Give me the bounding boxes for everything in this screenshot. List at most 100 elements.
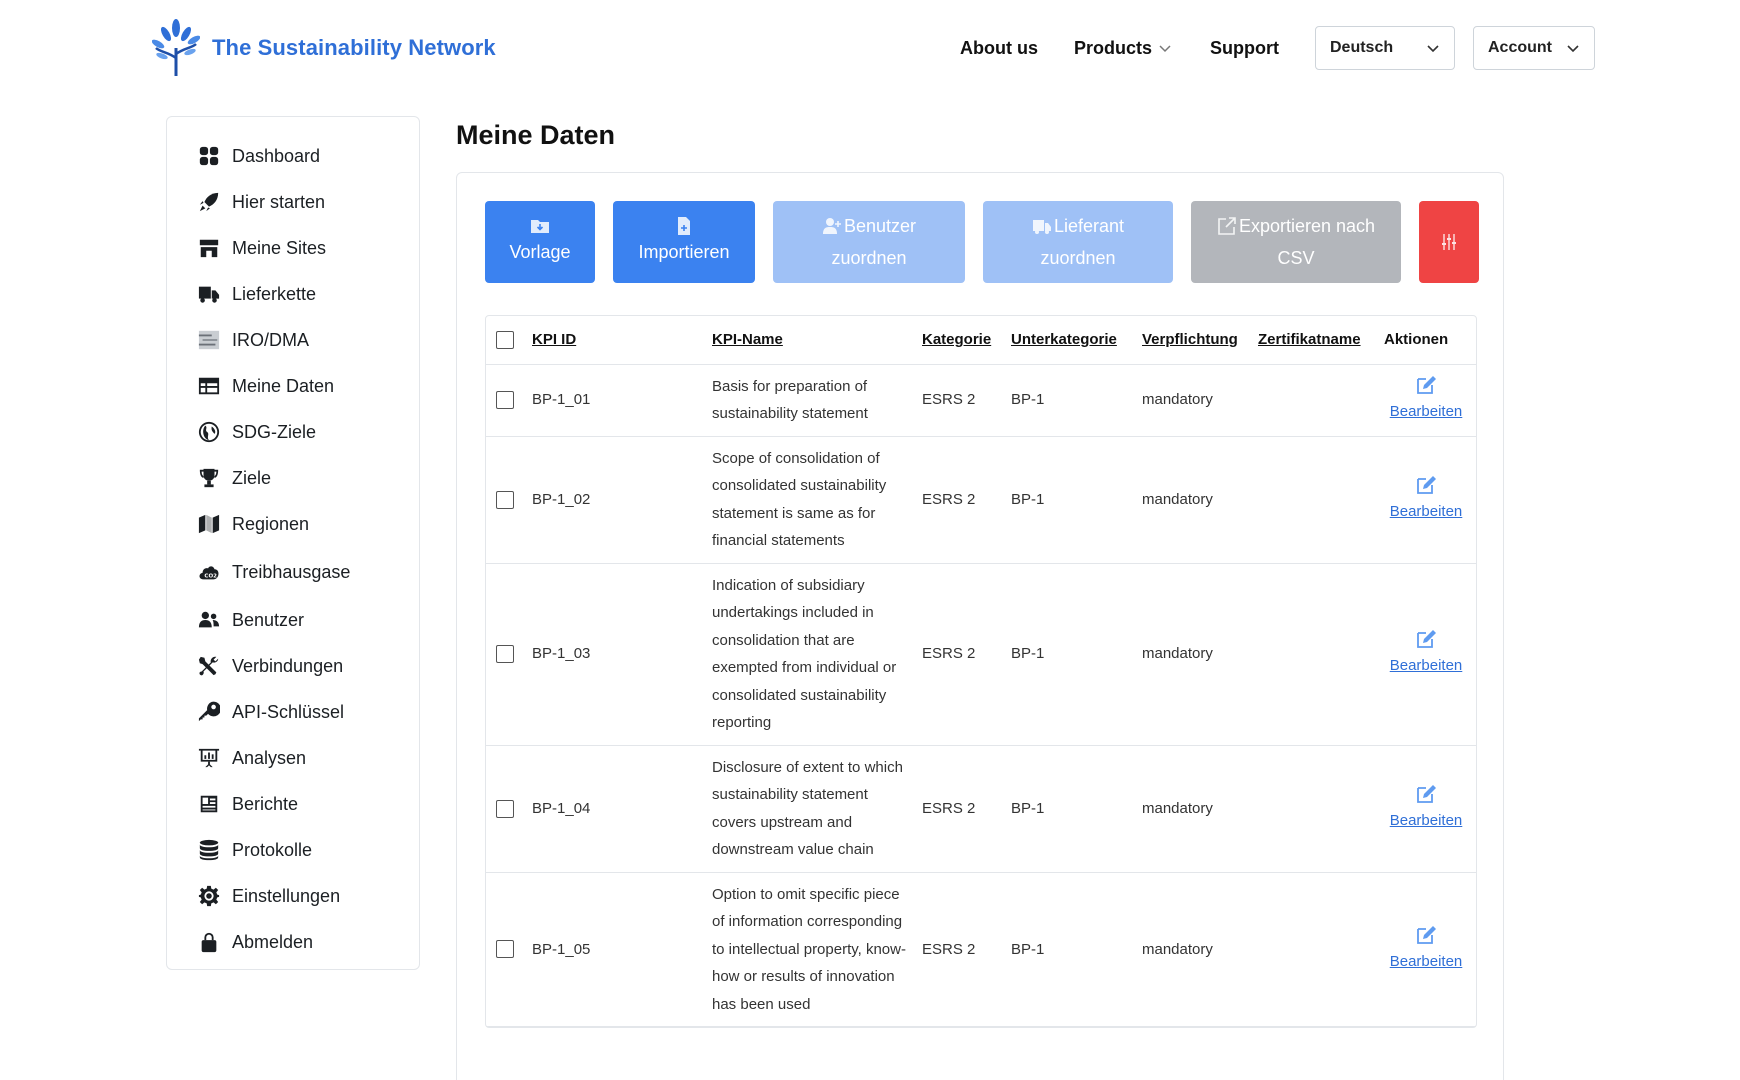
edit-icon[interactable] xyxy=(1415,374,1437,396)
row-checkbox[interactable] xyxy=(496,645,514,663)
cell-actions: Bearbeiten xyxy=(1376,563,1476,746)
svg-text:CO2: CO2 xyxy=(204,574,217,580)
edit-icon[interactable] xyxy=(1415,924,1437,946)
sidebar-item-label: Meine Daten xyxy=(232,375,335,396)
import-button[interactable]: Importieren xyxy=(613,201,755,283)
cell-category: ESRS 2 xyxy=(914,745,1003,873)
assign-supplier-label-2: zuordnen xyxy=(1040,248,1116,268)
header-subcategory-label: Unterkategorie xyxy=(1011,331,1117,349)
cell-subcategory: BP-1 xyxy=(1003,436,1134,564)
cell-subcategory: BP-1 xyxy=(1003,745,1134,873)
sidebar-item-abmelden[interactable]: Abmelden xyxy=(167,919,419,965)
header-kpi-id[interactable]: KPI ID xyxy=(524,316,704,365)
sidebar-item-dashboard[interactable]: Dashboard xyxy=(167,133,419,179)
sidebar-item-label: Verbindungen xyxy=(232,655,344,676)
table-row: BP-1_04 Disclosure of extent to which su… xyxy=(486,745,1476,873)
cell-kpi-id: BP-1_02 xyxy=(524,436,704,564)
language-select[interactable]: Deutsch xyxy=(1315,26,1455,70)
assign-supplier-button[interactable]: Lieferant zuordnen xyxy=(983,201,1173,283)
edit-link[interactable]: Bearbeiten xyxy=(1390,953,1463,970)
template-button-label: Vorlage xyxy=(509,242,571,262)
select-all-checkbox[interactable] xyxy=(496,330,514,349)
edit-link[interactable]: Bearbeiten xyxy=(1390,503,1463,520)
sidebar-item-verbindungen[interactable]: Verbindungen xyxy=(167,643,419,689)
sidebar: Dashboard Hier starten Meine Sites Liefe… xyxy=(166,116,420,970)
row-checkbox[interactable] xyxy=(496,391,514,409)
cell-kpi-name: Basis for preparation of sustainability … xyxy=(704,364,914,437)
sidebar-item-label: Analysen xyxy=(232,747,307,768)
header-kpi-id-label: KPI ID xyxy=(532,331,577,349)
filter-settings-button[interactable] xyxy=(1419,201,1479,283)
sidebar-item-regionen[interactable]: Regionen xyxy=(167,501,419,547)
template-button[interactable]: Vorlage xyxy=(485,201,595,283)
sidebar-item-sdg-ziele[interactable]: SDG-Ziele xyxy=(167,409,419,455)
rocket-icon xyxy=(197,190,221,214)
nav-about[interactable]: About us xyxy=(960,38,1038,59)
edit-icon[interactable] xyxy=(1415,783,1437,805)
sidebar-item-benutzer[interactable]: Benutzer xyxy=(167,597,419,643)
edit-icon[interactable] xyxy=(1415,474,1437,496)
cell-kpi-name: Option to omit specific piece of informa… xyxy=(704,872,914,1027)
assign-supplier-line1: Lieferant xyxy=(1032,210,1124,242)
nav-support[interactable]: Support xyxy=(1210,38,1279,59)
table-icon xyxy=(197,374,221,398)
row-checkbox[interactable] xyxy=(496,940,514,959)
cell-category: ESRS 2 xyxy=(914,364,1003,437)
sidebar-item-label: Lieferkette xyxy=(232,283,317,304)
sidebar-item-treibhausgase[interactable]: CO2 Treibhausgase xyxy=(167,547,419,597)
sidebar-item-label: Hier starten xyxy=(232,191,326,212)
header-subcategory[interactable]: Unterkategorie xyxy=(1003,316,1134,365)
header-obligation[interactable]: Verpflichtung xyxy=(1134,316,1250,365)
matrix-icon xyxy=(197,328,221,352)
assign-user-button[interactable]: Benutzer zuordnen xyxy=(773,201,965,283)
row-select-cell xyxy=(486,872,524,1027)
header-kpi-name[interactable]: KPI-Name xyxy=(704,316,914,365)
sidebar-item-label: Protokolle xyxy=(232,839,313,860)
sidebar-item-berichte[interactable]: Berichte xyxy=(167,781,419,827)
row-checkbox[interactable] xyxy=(496,490,514,509)
header-category-label: Kategorie xyxy=(922,331,992,349)
header-certificate[interactable]: Zertifikatname xyxy=(1250,316,1376,365)
sidebar-item-lieferkette[interactable]: Lieferkette xyxy=(167,271,419,317)
import-button-label: Importieren xyxy=(638,242,730,262)
cell-subcategory: BP-1 xyxy=(1003,872,1134,1027)
account-label: Account xyxy=(1488,39,1552,56)
sidebar-item-api-schluessel[interactable]: API-Schlüssel xyxy=(167,689,419,735)
sidebar-item-einstellungen[interactable]: Einstellungen xyxy=(167,873,419,919)
sidebar-item-protokolle[interactable]: Protokolle xyxy=(167,827,419,873)
edit-link[interactable]: Bearbeiten xyxy=(1390,812,1463,829)
nav-products[interactable]: Products xyxy=(1074,38,1172,59)
sidebar-item-label: Benutzer xyxy=(232,609,305,630)
sidebar-item-hier-starten[interactable]: Hier starten xyxy=(167,179,419,225)
edit-link[interactable]: Bearbeiten xyxy=(1390,403,1463,420)
gear-icon xyxy=(197,884,221,908)
table-row: BP-1_03 Indication of subsidiary underta… xyxy=(486,563,1476,746)
brand-logo[interactable]: The Sustainability Network xyxy=(152,18,496,78)
cell-category: ESRS 2 xyxy=(914,563,1003,746)
sidebar-item-meine-sites[interactable]: Meine Sites xyxy=(167,225,419,271)
sidebar-item-iro-dma[interactable]: IRO/DMA xyxy=(167,317,419,363)
sidebar-item-meine-daten[interactable]: Meine Daten xyxy=(167,363,419,409)
table-row: BP-1_05 Option to omit specific piece of… xyxy=(486,872,1476,1027)
sidebar-item-analysen[interactable]: Analysen xyxy=(167,735,419,781)
map-icon xyxy=(197,512,221,536)
external-link-icon xyxy=(1218,217,1236,235)
cell-obligation: mandatory xyxy=(1134,436,1250,564)
edit-icon[interactable] xyxy=(1415,628,1437,650)
chevron-down-icon xyxy=(1159,45,1171,53)
header-category[interactable]: Kategorie xyxy=(914,316,1003,365)
sidebar-item-label: Treibhausgase xyxy=(232,561,351,582)
export-csv-button[interactable]: Exportieren nach CSV xyxy=(1191,201,1401,283)
sidebar-item-label: Meine Sites xyxy=(232,237,327,258)
key-icon xyxy=(197,700,221,724)
export-label-1: Exportieren nach xyxy=(1238,216,1376,236)
edit-link[interactable]: Bearbeiten xyxy=(1390,657,1463,674)
tree-logo-icon xyxy=(152,19,200,76)
header-actions-label: Aktionen xyxy=(1384,331,1449,349)
cell-category: ESRS 2 xyxy=(914,436,1003,564)
sidebar-item-ziele[interactable]: Ziele xyxy=(167,455,419,501)
row-checkbox[interactable] xyxy=(496,799,514,818)
sidebar-item-label: IRO/DMA xyxy=(232,329,310,350)
export-label-2: CSV xyxy=(1277,248,1315,268)
account-select[interactable]: Account xyxy=(1473,26,1595,70)
